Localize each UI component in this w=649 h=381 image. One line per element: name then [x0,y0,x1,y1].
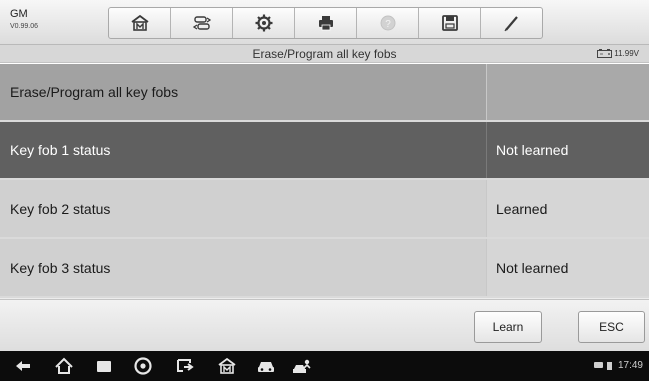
settings-button[interactable] [233,8,295,38]
save-icon [441,15,458,31]
row-status: Learned [487,180,649,237]
screen-share-icon [177,359,194,372]
row-label: Key fob 2 status [0,180,487,237]
table-row-key-fob-2[interactable]: Key fob 2 status Learned [0,180,649,239]
table-row-key-fob-3[interactable]: Key fob 3 status Not learned [0,239,649,298]
action-bar: Learn ESC [0,299,649,351]
nav-recent-apps-button[interactable] [94,356,114,376]
row-status: Not learned [487,239,649,296]
home-icon [130,14,149,31]
nav-back-button[interactable] [13,356,33,376]
battery-voltage-indicator: 11.99V [597,49,639,58]
table-header-value [487,64,649,120]
nav-browser-button[interactable] [133,356,153,376]
battery-voltage: 11.99V [614,49,639,58]
home-icon [55,357,73,374]
status-area: 17:49 [593,360,643,371]
vehicle-diagnostic-icon [293,359,311,373]
key-fob-status-table: Erase/Program all key fobs Key fob 1 sta… [0,64,649,299]
nav-car-home-button[interactable] [217,356,237,376]
nav-car-button[interactable] [256,356,276,376]
nav-home-button[interactable] [54,356,74,376]
vehicle-swap-icon [192,16,211,30]
battery-icon [597,49,613,58]
svg-text:?: ? [385,19,391,30]
car-home-icon [218,357,236,374]
table-header-label: Erase/Program all key fobs [0,64,487,120]
message-icon [593,361,612,370]
back-icon [16,361,30,371]
recent-apps-icon [97,361,111,372]
table-row-key-fob-1[interactable]: Key fob 1 status Not learned [0,122,649,180]
save-button[interactable] [419,8,481,38]
print-button[interactable] [295,8,357,38]
row-label: Key fob 3 status [0,239,487,296]
nav-vehicle-diagnostic-button[interactable] [292,356,312,376]
esc-button[interactable]: ESC [578,311,645,343]
gear-icon [255,14,272,32]
clock: 17:49 [617,360,643,371]
brand-block: GM V0.99.06 [10,8,39,31]
home-button[interactable] [109,8,171,38]
page-title: Erase/Program all key fobs [252,47,397,61]
edit-button[interactable] [481,8,542,38]
car-icon [258,362,274,372]
printer-icon [318,16,333,31]
page-title-bar: Erase/Program all key fobs 11.99V [0,45,649,63]
system-navigation-bar: 17:49 [0,351,649,381]
browser-icon [134,357,152,375]
toolbar-buttons: ? [108,7,543,39]
pen-icon [503,16,518,32]
vehicle-swap-button[interactable] [171,8,233,38]
row-status: Not learned [496,142,569,158]
nav-screen-share-button[interactable] [175,356,195,376]
top-toolbar: GM V0.99.06 ? [0,0,649,45]
help-icon: ? [380,15,395,31]
help-button[interactable]: ? [357,8,419,38]
table-header-row: Erase/Program all key fobs [0,64,649,122]
row-label: Key fob 1 status [0,122,487,178]
software-version: V0.99.06 [10,23,39,30]
learn-button[interactable]: Learn [474,311,542,343]
brand-name: GM [10,8,28,20]
